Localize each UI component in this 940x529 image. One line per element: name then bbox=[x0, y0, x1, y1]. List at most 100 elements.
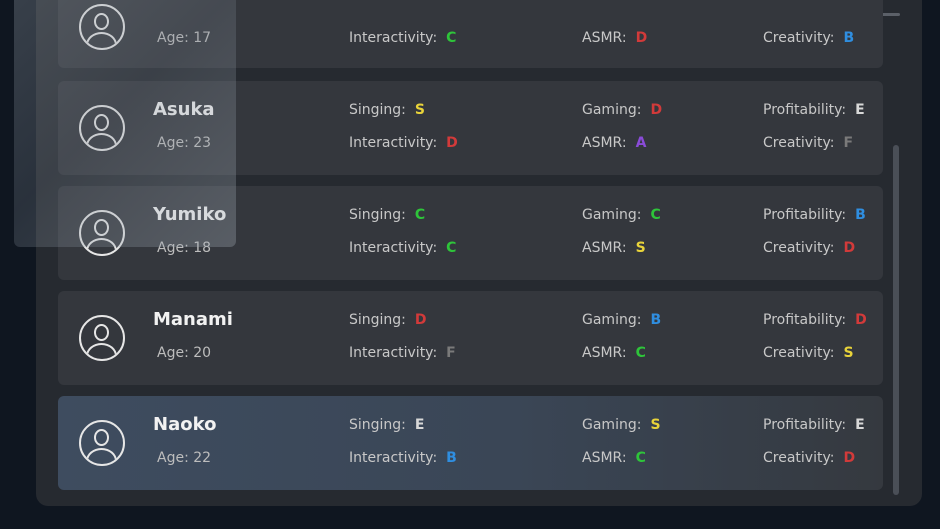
stat-grade: F bbox=[446, 345, 456, 361]
stat-profitability: Profitability: B bbox=[763, 207, 866, 223]
stat-profitability: Profitability: E bbox=[763, 417, 865, 433]
stat-label: Gaming: bbox=[582, 312, 642, 328]
stat-interactivity: Interactivity: C bbox=[349, 240, 456, 256]
stat-asmr: ASMR: C bbox=[582, 450, 646, 466]
stat-grade: S bbox=[650, 417, 661, 433]
scrollbar[interactable] bbox=[893, 145, 899, 495]
stat-creativity: Creativity: S bbox=[763, 345, 854, 361]
stat-profitability: Profitability: E bbox=[763, 102, 865, 118]
character-name: Naoko bbox=[153, 414, 217, 435]
stat-grade: A bbox=[635, 135, 647, 151]
stat-label: ASMR: bbox=[582, 30, 627, 46]
stat-gaming: Gaming: C bbox=[582, 207, 661, 223]
stat-singing: Singing: C bbox=[349, 207, 425, 223]
stat-grade: C bbox=[635, 345, 646, 361]
character-card-naoko[interactable]: Naoko Age: 22 Singing: E Gaming: S Profita… bbox=[58, 396, 883, 490]
stat-label: Interactivity: bbox=[349, 30, 438, 46]
stat-asmr: ASMR: C bbox=[582, 345, 646, 361]
stat-gaming: Gaming: D bbox=[582, 102, 662, 118]
profile-icon bbox=[79, 105, 125, 151]
stat-label: Creativity: bbox=[763, 30, 835, 46]
stat-label: ASMR: bbox=[582, 450, 627, 466]
stat-label: Gaming: bbox=[582, 207, 642, 223]
character-age: Age: 20 bbox=[157, 345, 212, 361]
stat-label: Interactivity: bbox=[349, 345, 438, 361]
character-name: Asuka bbox=[153, 99, 215, 120]
stat-label: Interactivity: bbox=[349, 240, 438, 256]
stat-label: ASMR: bbox=[582, 135, 627, 151]
stat-asmr: ASMR: A bbox=[582, 135, 646, 151]
character-card-0[interactable]: Age: 17 Interactivity: C ASMR: D Creativit… bbox=[58, 0, 883, 68]
stat-grade: B bbox=[843, 30, 855, 46]
profile-icon bbox=[79, 315, 125, 361]
profile-icon bbox=[79, 210, 125, 256]
stat-label: Profitability: bbox=[763, 102, 847, 118]
character-card-yumiko[interactable]: Yumiko Age: 18 Singing: C Gaming: C Profit… bbox=[58, 186, 883, 280]
character-age: Age: 17 bbox=[157, 30, 212, 46]
stat-asmr: ASMR: D bbox=[582, 30, 647, 46]
stat-label: Profitability: bbox=[763, 312, 847, 328]
stat-label: Creativity: bbox=[763, 450, 835, 466]
stat-grade: C bbox=[650, 207, 661, 223]
profile-icon bbox=[79, 420, 125, 466]
stat-grade: D bbox=[635, 30, 648, 46]
stat-label: Singing: bbox=[349, 312, 406, 328]
stat-profitability: Profitability: D bbox=[763, 312, 867, 328]
stat-grade: B bbox=[650, 312, 662, 328]
stat-singing: Singing: E bbox=[349, 417, 424, 433]
stat-creativity: Creativity: D bbox=[763, 240, 855, 256]
stat-grade: E bbox=[855, 417, 865, 433]
stat-interactivity: Interactivity: D bbox=[349, 135, 458, 151]
stat-grade: D bbox=[855, 312, 867, 328]
stat-grade: E bbox=[855, 102, 865, 118]
stat-label: Profitability: bbox=[763, 417, 847, 433]
character-age: Age: 22 bbox=[157, 450, 212, 466]
stat-label: Singing: bbox=[349, 417, 406, 433]
profile-icon bbox=[79, 4, 125, 50]
stat-grade: F bbox=[843, 135, 854, 151]
stat-asmr: ASMR: S bbox=[582, 240, 646, 256]
stat-label: Creativity: bbox=[763, 345, 835, 361]
stat-gaming: Gaming: B bbox=[582, 312, 661, 328]
character-age: Age: 23 bbox=[157, 135, 212, 151]
stat-grade: D bbox=[843, 450, 856, 466]
stat-interactivity: Interactivity: F bbox=[349, 345, 456, 361]
stat-singing: Singing: S bbox=[349, 102, 425, 118]
stat-label: ASMR: bbox=[582, 240, 627, 256]
stat-interactivity: Interactivity: C bbox=[349, 30, 456, 46]
stat-label: Gaming: bbox=[582, 417, 642, 433]
stat-creativity: Creativity: B bbox=[763, 30, 854, 46]
stat-singing: Singing: D bbox=[349, 312, 427, 328]
stat-grade: D bbox=[843, 240, 856, 256]
stat-grade: D bbox=[446, 135, 458, 151]
stat-label: Interactivity: bbox=[349, 135, 438, 151]
stat-grade: E bbox=[414, 417, 425, 433]
stat-grade: S bbox=[843, 345, 854, 361]
stat-grade: C bbox=[446, 30, 457, 46]
stat-grade: B bbox=[855, 207, 866, 223]
stat-interactivity: Interactivity: B bbox=[349, 450, 457, 466]
stat-label: Creativity: bbox=[763, 240, 835, 256]
character-age: Age: 18 bbox=[157, 240, 212, 256]
character-name: Yumiko bbox=[153, 204, 227, 225]
stat-grade: C bbox=[635, 450, 646, 466]
stat-grade: S bbox=[635, 240, 646, 256]
stat-grade: S bbox=[414, 102, 425, 118]
stat-grade: D bbox=[414, 312, 427, 328]
stat-creativity: Creativity: F bbox=[763, 135, 853, 151]
stat-gaming: Gaming: S bbox=[582, 417, 661, 433]
stat-creativity: Creativity: D bbox=[763, 450, 855, 466]
stat-label: Creativity: bbox=[763, 135, 835, 151]
stat-grade: B bbox=[446, 450, 457, 466]
stat-label: Singing: bbox=[349, 102, 406, 118]
stat-grade: C bbox=[414, 207, 426, 223]
stat-label: Singing: bbox=[349, 207, 406, 223]
stat-label: Gaming: bbox=[582, 102, 642, 118]
stat-label: Profitability: bbox=[763, 207, 847, 223]
character-card-asuka[interactable]: Asuka Age: 23 Singing: S Gaming: D Profita… bbox=[58, 81, 883, 175]
character-card-manami[interactable]: Manami Age: 20 Singing: D Gaming: B Profit… bbox=[58, 291, 883, 385]
stat-grade: C bbox=[446, 240, 457, 256]
stat-label: ASMR: bbox=[582, 345, 627, 361]
stat-label: Interactivity: bbox=[349, 450, 438, 466]
stat-grade: D bbox=[650, 102, 663, 118]
